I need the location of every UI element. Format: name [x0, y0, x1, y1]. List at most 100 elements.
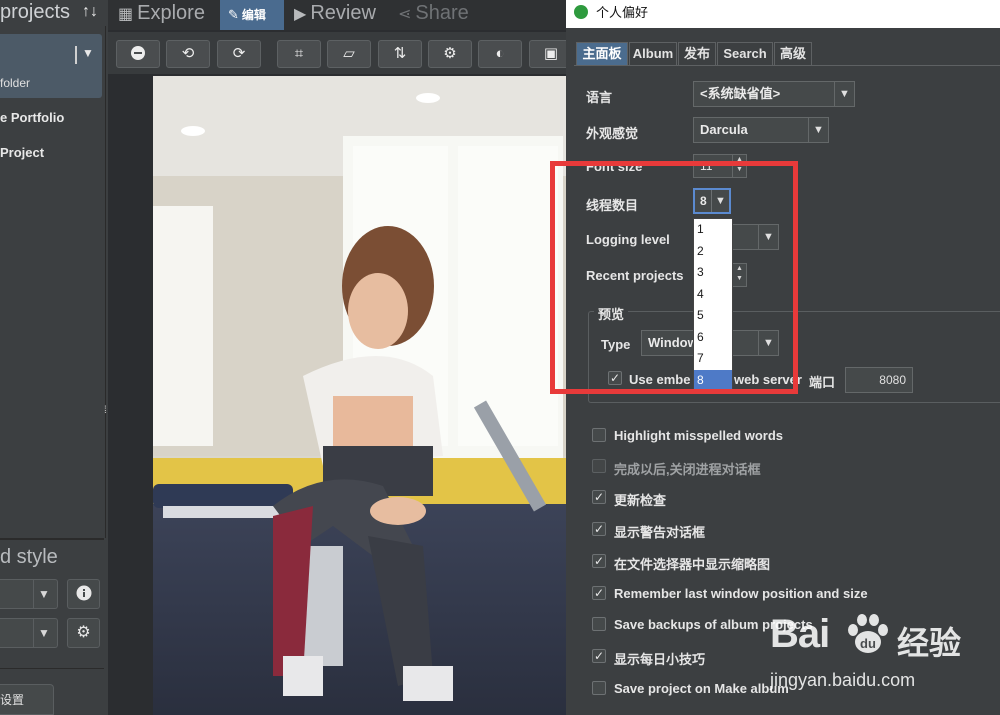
update-check-checkbox[interactable]	[592, 490, 606, 504]
tab-publish[interactable]: 发布	[678, 42, 716, 66]
combo-divider	[33, 580, 34, 608]
annotation-highlight	[550, 161, 798, 394]
rotate-right-icon: ⟳	[232, 45, 246, 62]
style-section-title: d style	[0, 546, 58, 568]
style-combo-2[interactable]: ▼	[0, 618, 58, 648]
thumbnails-label: 在文件选择器中显示缩略图	[614, 557, 771, 572]
close-progress-checkbox	[592, 459, 606, 473]
tab-edit-label: 编辑	[241, 8, 266, 22]
divider	[0, 538, 104, 540]
projects-header: projects ↑↓	[0, 0, 108, 26]
save-on-make-checkbox[interactable]	[592, 681, 606, 695]
info-icon	[76, 585, 91, 601]
tab-main-panel[interactable]: 主面板	[576, 42, 628, 66]
crop-button[interactable]: ⌗	[277, 40, 321, 68]
misspelled-checkbox[interactable]	[592, 428, 606, 442]
text-cursor	[75, 46, 77, 64]
rotate-right-button[interactable]: ⟳	[217, 40, 261, 68]
svg-text:du: du	[860, 636, 876, 651]
tab-review-label: Review	[310, 2, 376, 24]
remove-button[interactable]	[116, 40, 160, 68]
folder-label: folder	[0, 76, 31, 90]
edit-toolbar: ⟲ ⟳ ⌗ ▱ ⇅ ⚙ ◐ ▣	[108, 32, 573, 74]
dialog-header-gap	[566, 28, 1000, 42]
remove-icon	[131, 46, 145, 60]
project-tree	[0, 26, 106, 538]
settings-button[interactable]: 设置	[0, 684, 54, 715]
laf-label: 外观感觉	[586, 126, 639, 141]
image-icon: ▣	[543, 45, 559, 62]
watermark-brand-cn: 经验	[897, 625, 962, 661]
share-icon: ⋖	[398, 6, 412, 23]
tab-edit[interactable]: ✎ 编辑	[220, 0, 284, 30]
port-input[interactable]: 8080	[845, 367, 913, 393]
tab-explore-label: Explore	[137, 2, 205, 24]
laf-value: Darcula	[700, 122, 748, 137]
paw-logo-icon: du	[848, 614, 888, 653]
app-window: projects ↑↓ ▼ folder e Portfolio Project…	[0, 0, 1000, 715]
remember-window-checkbox[interactable]	[592, 586, 606, 600]
dialog-titlebar[interactable]: 个人偏好	[566, 0, 1000, 28]
show-warnings-checkbox[interactable]	[592, 522, 606, 536]
photo-preview	[153, 76, 566, 715]
style-combo-1[interactable]: ▼	[0, 579, 58, 609]
flip-icon: ⇅	[393, 45, 407, 62]
tree-item-portfolio[interactable]: e Portfolio	[0, 110, 64, 125]
info-button[interactable]	[67, 579, 100, 609]
divider	[0, 668, 104, 669]
crop-icon: ⌗	[294, 45, 304, 62]
app-logo-icon	[574, 5, 588, 19]
gear-icon: ⚙	[76, 624, 91, 641]
chevron-down-icon[interactable]: ▼	[38, 587, 50, 601]
baidu-watermark: Bai du 经验 jingyan.baidu.com	[770, 606, 995, 702]
straighten-button[interactable]: ▱	[327, 40, 371, 68]
contrast-icon: ◐	[495, 45, 505, 62]
rotate-left-button[interactable]: ⟲	[166, 40, 210, 68]
thumbnails-checkbox[interactable]	[592, 554, 606, 568]
left-sidebar: projects ↑↓ ▼ folder e Portfolio Project…	[0, 0, 108, 715]
tab-explore[interactable]: ▦ Explore	[118, 0, 205, 30]
language-select[interactable]: <系统缺省值> ▼	[693, 81, 855, 107]
show-warnings-label: 显示警告对话框	[614, 525, 706, 540]
sort-icon[interactable]: ↑↓	[82, 0, 98, 24]
remember-window-label: Remember last window position and size	[614, 586, 868, 601]
grid-icon: ▦	[118, 6, 134, 23]
tab-advanced[interactable]: 高级	[774, 42, 812, 66]
tab-share[interactable]: ⋖ Share	[398, 0, 469, 30]
chevron-down-icon[interactable]: ▼	[834, 82, 854, 106]
language-label: 语言	[586, 90, 613, 105]
gear-icon: ⚙	[443, 45, 457, 62]
chevron-down-icon[interactable]: ▼	[82, 46, 94, 60]
rotate-left-icon: ⟲	[181, 45, 195, 62]
tab-share-label: Share	[415, 2, 469, 24]
chevron-down-icon[interactable]: ▼	[808, 118, 828, 142]
daily-tips-checkbox[interactable]	[592, 649, 606, 663]
contrast-button[interactable]: ◐	[478, 40, 522, 68]
laf-select[interactable]: Darcula ▼	[693, 117, 829, 143]
dialog-title: 个人偏好	[596, 5, 649, 20]
tab-album[interactable]: Album	[629, 42, 677, 66]
update-check-label: 更新检查	[614, 493, 667, 508]
save-on-make-label: Save project on Make album	[614, 681, 789, 696]
photo-illustration	[153, 76, 566, 715]
misspelled-label: Highlight misspelled words	[614, 428, 784, 443]
straighten-icon: ▱	[343, 45, 355, 62]
projects-title: projects	[0, 1, 71, 23]
daily-tips-label: 显示每日小技巧	[614, 652, 706, 667]
tab-search[interactable]: Search	[717, 42, 773, 66]
pencil-icon: ✎	[228, 7, 239, 22]
resize-handle[interactable]: ⁞	[104, 405, 107, 416]
combo-divider	[33, 619, 34, 647]
chevron-down-icon[interactable]: ▼	[38, 626, 50, 640]
port-label: 端口	[809, 375, 836, 390]
language-value: <系统缺省值>	[700, 86, 781, 101]
save-backups-checkbox[interactable]	[592, 617, 606, 631]
adjust-button[interactable]: ⚙	[428, 40, 472, 68]
tree-item-project[interactable]: Project	[0, 145, 44, 160]
close-progress-label: 完成以后,关闭进程对话框	[614, 462, 761, 477]
tab-review[interactable]: ▶ Review	[294, 0, 376, 30]
folder-selector[interactable]: ▼ folder	[0, 34, 102, 98]
style-settings-button[interactable]: ⚙	[67, 618, 100, 648]
play-icon: ▶	[294, 6, 307, 23]
flip-button[interactable]: ⇅	[378, 40, 422, 68]
